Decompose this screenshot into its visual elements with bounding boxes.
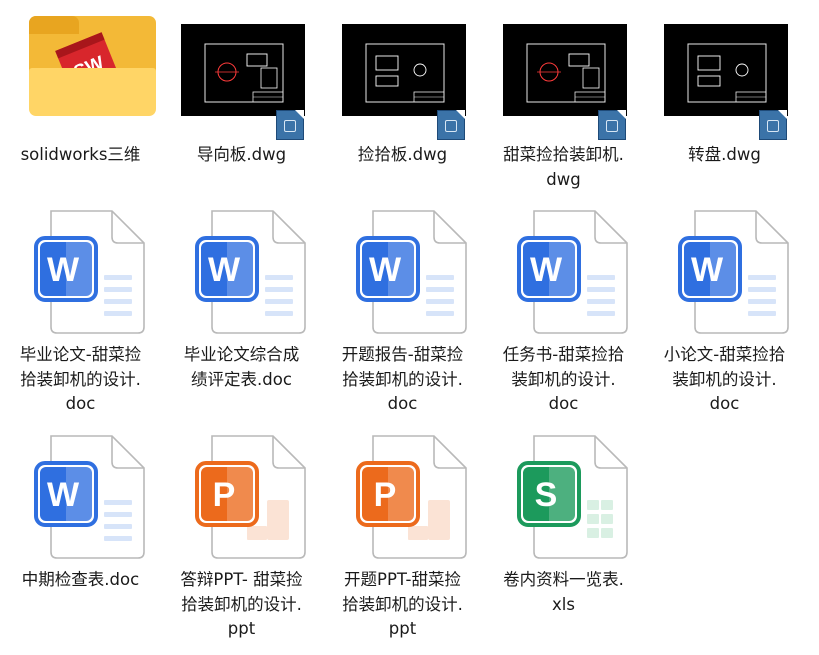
- drawing-preview: [181, 24, 305, 116]
- file-icon: W: [161, 205, 322, 335]
- doc-file-icon: W: [195, 210, 306, 334]
- doc-letter: W: [691, 251, 724, 289]
- ppt-letter: P: [213, 476, 236, 514]
- ppt-letter: P: [374, 476, 397, 514]
- file-icon: W: [644, 205, 805, 335]
- doc-file-icon: W: [34, 435, 145, 559]
- file-icon: W: [322, 205, 483, 335]
- doc-file-icon: W: [678, 210, 789, 334]
- file-name: 任务书-甜菜捡拾 装卸机的设计. doc: [502, 345, 625, 413]
- file-name: 小论文-甜菜捡拾 装卸机的设计. doc: [663, 345, 786, 413]
- doc-file-icon: W: [356, 210, 467, 334]
- file-icon: P: [161, 430, 322, 560]
- file-icon: [161, 0, 322, 140]
- file-icon: P: [322, 430, 483, 560]
- dwg-icon: [759, 110, 787, 140]
- dwg-icon: [598, 110, 626, 140]
- file-name: 导向板.dwg: [196, 145, 287, 164]
- drawing-preview: [664, 24, 788, 116]
- file-name: 毕业论文-甜菜捡 拾装卸机的设计. doc: [19, 345, 142, 413]
- file-icon: [483, 0, 644, 140]
- doc-letter: W: [208, 251, 241, 289]
- file-name: 答辩PPT- 甜菜捡 拾装卸机的设计. ppt: [180, 570, 303, 638]
- file-icon: [644, 0, 805, 140]
- folder-front: [29, 68, 156, 116]
- drawing-preview: [503, 24, 627, 116]
- xls-file-icon: S: [517, 435, 628, 559]
- doc-letter: W: [47, 251, 80, 289]
- dwg-icon: [437, 110, 465, 140]
- file-name: 开题PPT-甜菜捡 拾装卸机的设计. ppt: [342, 570, 463, 638]
- file-name: 捡拾板.dwg: [357, 145, 448, 164]
- ppt-file-icon: P: [356, 435, 467, 559]
- file-name: 甜菜捡拾装卸机. dwg: [503, 145, 624, 189]
- file-icon: W: [483, 205, 644, 335]
- file-name: 卷内资料一览表. xls: [503, 570, 624, 614]
- file-icon: W: [0, 205, 161, 335]
- doc-file-icon: W: [34, 210, 145, 334]
- ppt-file-icon: P: [195, 435, 306, 559]
- file-name: 转盘.dwg: [688, 145, 761, 164]
- drawing-preview: [342, 24, 466, 116]
- file-icon: SW: [0, 0, 161, 130]
- file-name: 中期检查表.doc: [21, 570, 140, 589]
- file-name: 毕业论文综合成 绩评定表.doc: [183, 345, 300, 389]
- file-name: solidworks三维: [20, 145, 141, 164]
- doc-file-icon: W: [517, 210, 628, 334]
- doc-letter: W: [369, 251, 402, 289]
- doc-letter: W: [47, 476, 80, 514]
- xls-letter: S: [535, 476, 558, 514]
- file-name: 开题报告-甜菜捡 拾装卸机的设计. doc: [341, 345, 464, 413]
- file-icon: [322, 0, 483, 140]
- dwg-icon: [276, 110, 304, 140]
- file-icon: S: [483, 430, 644, 560]
- file-icon: W: [0, 430, 161, 560]
- doc-letter: W: [530, 251, 563, 289]
